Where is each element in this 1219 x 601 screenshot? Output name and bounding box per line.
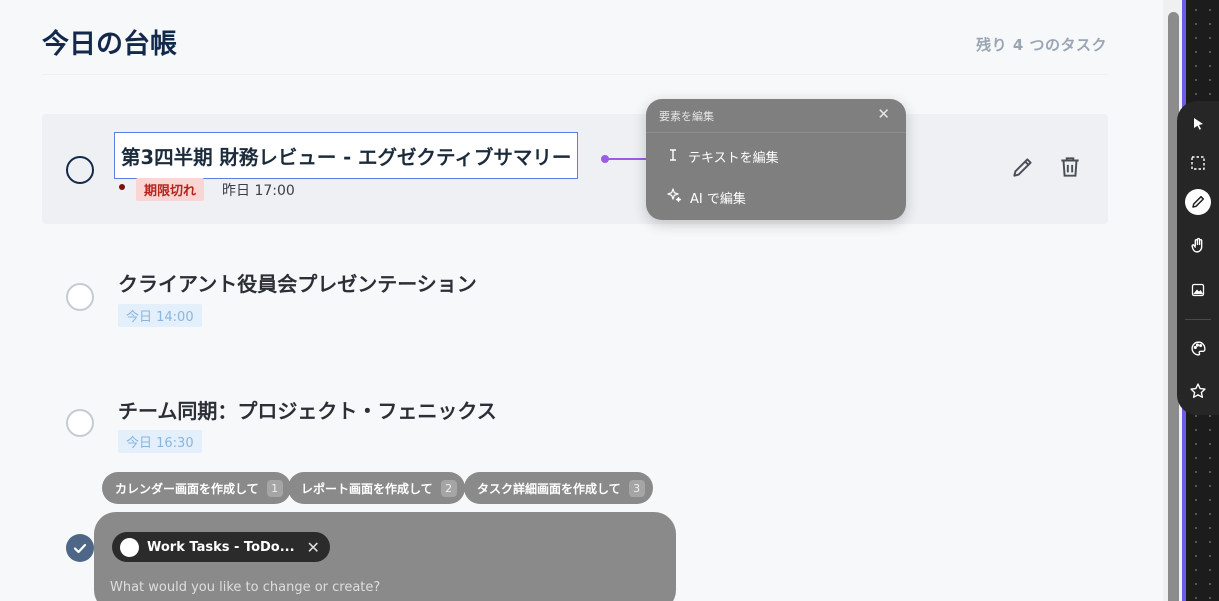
suggestion-chip-task-detail[interactable]: タスク詳細画面を作成して 3 bbox=[464, 472, 653, 504]
context-chip-label: Work Tasks - ToDo... bbox=[147, 539, 295, 555]
ai-edit-menu-item[interactable]: AI で編集 bbox=[666, 187, 746, 207]
trash-icon[interactable] bbox=[1057, 154, 1083, 180]
task-checkbox[interactable] bbox=[66, 409, 94, 437]
pencil-icon[interactable] bbox=[1185, 189, 1211, 215]
image-icon[interactable] bbox=[1185, 277, 1211, 303]
popup-divider bbox=[646, 132, 906, 133]
suggestion-label: タスク詳細画面を作成して bbox=[477, 481, 621, 496]
suggestion-number: 2 bbox=[440, 479, 457, 497]
due-time: 昨日 17:00 bbox=[222, 183, 295, 199]
star-icon[interactable] bbox=[1185, 378, 1211, 404]
connector-dot bbox=[601, 155, 609, 163]
overdue-dot bbox=[119, 184, 125, 190]
header-divider bbox=[42, 74, 1108, 75]
context-chip[interactable]: Work Tasks - ToDo... ✕ bbox=[112, 532, 330, 562]
text-cursor-icon bbox=[666, 148, 680, 166]
prompt-panel: Work Tasks - ToDo... ✕ bbox=[94, 512, 676, 601]
suggestion-chip-calendar[interactable]: カレンダー画面を作成して 1 bbox=[102, 472, 291, 504]
tool-panel bbox=[1177, 101, 1219, 415]
task-checkbox[interactable] bbox=[66, 156, 94, 184]
toolbar-divider bbox=[1185, 319, 1211, 320]
task-title[interactable]: クライアント役員会プレゼンテーション bbox=[118, 268, 477, 297]
suggestion-chip-report[interactable]: レポート画面を作成して 2 bbox=[288, 472, 465, 504]
prompt-input[interactable] bbox=[110, 580, 650, 595]
hand-icon[interactable] bbox=[1185, 232, 1211, 258]
marquee-select-icon[interactable] bbox=[1185, 150, 1211, 176]
task-checkbox-checked[interactable] bbox=[66, 534, 94, 562]
close-icon[interactable]: ✕ bbox=[307, 538, 320, 557]
edit-pencil-icon[interactable] bbox=[1010, 154, 1036, 180]
task-title[interactable]: 第3四半期 財務レビュー - エグゼクティブサマリー bbox=[114, 132, 579, 179]
task-row[interactable]: チーム同期：プロジェクト・フェニックス 今日 16:30 bbox=[42, 368, 1108, 478]
task-row[interactable]: クライアント役員会プレゼンテーション 今日 14:00 bbox=[42, 240, 1108, 350]
ai-edit-label: AI で編集 bbox=[690, 191, 746, 207]
task-checkbox[interactable] bbox=[66, 283, 94, 311]
popup-title: 要素を編集 bbox=[659, 110, 714, 123]
close-icon[interactable]: ✕ bbox=[877, 105, 890, 123]
task-row[interactable]: 第3四半期 財務レビュー - エグゼクティブサマリー 期限切れ 昨日 17:00 bbox=[42, 114, 1108, 224]
time-badge: 今日 16:30 bbox=[118, 430, 202, 453]
sparkle-icon bbox=[666, 187, 682, 207]
edit-text-menu-item[interactable]: テキストを編集 bbox=[666, 147, 779, 166]
suggestion-label: レポート画面を作成して bbox=[301, 481, 433, 496]
suggestion-number: 1 bbox=[266, 479, 283, 497]
overdue-badge: 期限切れ bbox=[136, 178, 205, 201]
time-badge: 今日 14:00 bbox=[118, 304, 202, 327]
task-title[interactable]: チーム同期：プロジェクト・フェニックス bbox=[118, 395, 497, 424]
palette-icon[interactable] bbox=[1185, 335, 1211, 361]
edit-element-popup: 要素を編集 ✕ テキストを編集 AI で編集 bbox=[646, 99, 906, 220]
page-avatar-icon bbox=[120, 537, 139, 557]
pointer-icon[interactable] bbox=[1185, 111, 1211, 137]
page-title: 今日の台帳 bbox=[42, 29, 177, 60]
selection-connector bbox=[604, 158, 650, 160]
edit-text-label: テキストを編集 bbox=[688, 151, 779, 166]
suggestion-number: 3 bbox=[628, 479, 645, 497]
suggestion-label: カレンダー画面を作成して bbox=[115, 481, 259, 496]
remaining-count: 残り 4 つのタスク bbox=[976, 36, 1107, 54]
